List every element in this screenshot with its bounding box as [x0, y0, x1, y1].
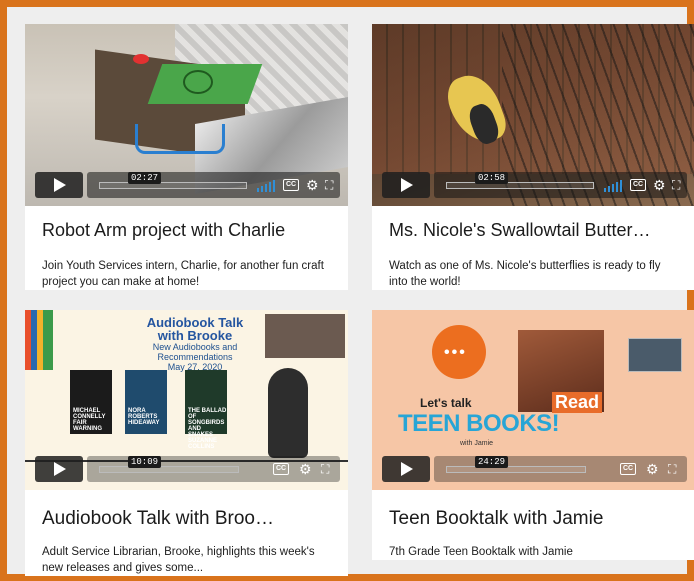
gear-icon[interactable]: ⚙ [306, 177, 319, 193]
progress-track[interactable]: 24:29 [446, 456, 586, 473]
video-title[interactable]: Robot Arm project with Charlie [25, 206, 348, 252]
video-controls: 02:58 CC ⚙ ⛶ [382, 172, 687, 198]
play-button[interactable] [382, 456, 430, 482]
ellipsis-icon: ••• [444, 344, 467, 361]
play-button[interactable] [35, 456, 83, 482]
thumbnail-lets-talk: Let's talk [420, 396, 472, 410]
red-button [133, 54, 149, 64]
read-sign: Read [552, 392, 603, 413]
video-description: Join Youth Services intern, Charlie, for… [42, 260, 324, 288]
presenter-webcam [628, 338, 682, 372]
fullscreen-icon[interactable]: ⛶ [325, 177, 333, 193]
video-card[interactable]: 02:27 CC ⚙ ⛶ Robot Arm project with Char… [25, 24, 348, 290]
video-description: Adult Service Librarian, Brooke, highlig… [42, 546, 315, 574]
fullscreen-icon[interactable]: ⛶ [672, 177, 680, 193]
control-bar: 02:58 CC ⚙ ⛶ [434, 172, 687, 198]
captions-button[interactable]: CC [620, 463, 636, 475]
duration-label: 24:29 [475, 456, 509, 468]
presenter-webcam [265, 314, 345, 358]
book-cover-text: NORA ROBERTS HIDEAWAY [128, 408, 160, 426]
volume-icon[interactable] [604, 180, 622, 192]
control-bar: 10:09 CC ⚙ ⛶ [87, 456, 340, 482]
video-controls: 10:09 CC ⚙ ⛶ [35, 456, 340, 482]
video-thumbnail[interactable]: 02:27 CC ⚙ ⛶ [25, 24, 348, 206]
thumbnail-heading: Audiobook Talk with Brooke New Audiobook… [135, 316, 255, 372]
progress-track[interactable]: 10:09 [99, 456, 239, 473]
page-frame: 02:27 CC ⚙ ⛶ Robot Arm project with Char… [0, 0, 694, 581]
video-grid: 02:27 CC ⚙ ⛶ Robot Arm project with Char… [16, 24, 694, 581]
control-bar: 24:29 CC ⚙ ⛶ [434, 456, 687, 482]
gear-icon[interactable]: ⚙ [299, 461, 312, 477]
duration-label: 02:27 [128, 172, 162, 184]
captions-button[interactable]: CC [273, 463, 289, 475]
video-controls: 02:27 CC ⚙ ⛶ [35, 172, 340, 198]
video-card[interactable]: ••• Let's talk TEEN BOOKS! with Jamie Re… [372, 310, 694, 560]
video-title[interactable]: Ms. Nicole's Swallowtail Butter… [372, 206, 694, 252]
video-title[interactable]: Audiobook Talk with Broo… [25, 490, 348, 542]
duration-label: 10:09 [128, 456, 162, 468]
video-controls: 24:29 CC ⚙ ⛶ [382, 456, 687, 482]
captions-button[interactable]: CC [630, 179, 646, 191]
progress-track[interactable]: 02:58 [446, 172, 594, 189]
smiley-face [183, 70, 213, 94]
video-thumbnail[interactable]: Audiobook Talk with Brooke New Audiobook… [25, 310, 348, 490]
blue-wire [135, 124, 225, 154]
play-button[interactable] [35, 172, 83, 198]
progress-track[interactable]: 02:27 [99, 172, 247, 189]
control-bar: 02:27 CC ⚙ ⛶ [87, 172, 340, 198]
captions-button[interactable]: CC [283, 179, 299, 191]
book-cover: NORA ROBERTS HIDEAWAY [125, 370, 167, 434]
video-title[interactable]: Teen Booktalk with Jamie [372, 490, 694, 542]
duration-label: 02:58 [475, 172, 509, 184]
play-button[interactable] [382, 172, 430, 198]
video-description: Watch as one of Ms. Nicole's butterflies… [389, 260, 661, 288]
book-cover: THE BALLAD OF SONGBIRDS AND SNAKES SUZAN… [185, 370, 227, 450]
volume-icon[interactable] [257, 180, 275, 192]
book-cover-text: MICHAEL CONNELLY FAIR WARNING [73, 408, 106, 432]
video-thumbnail[interactable]: ••• Let's talk TEEN BOOKS! with Jamie Re… [372, 310, 694, 490]
video-card[interactable]: Audiobook Talk with Brooke New Audiobook… [25, 310, 348, 576]
cartoon-avatar [268, 368, 308, 458]
fullscreen-icon[interactable]: ⛶ [321, 461, 329, 477]
thumbnail-with-jamie: with Jamie [460, 440, 494, 447]
video-card[interactable]: 02:58 CC ⚙ ⛶ Ms. Nicole's Swallowtail Bu… [372, 24, 694, 290]
fullscreen-icon[interactable]: ⛶ [668, 461, 676, 477]
book-stripes [25, 310, 53, 370]
book-cover-text: THE BALLAD OF SONGBIRDS AND SNAKES SUZAN… [188, 408, 227, 450]
book-cover: MICHAEL CONNELLY FAIR WARNING [70, 370, 112, 434]
gear-icon[interactable]: ⚙ [653, 177, 666, 193]
thumbnail-heading-text: Audiobook Talk with Brooke [146, 315, 244, 343]
gear-icon[interactable]: ⚙ [646, 461, 659, 477]
video-thumbnail[interactable]: 02:58 CC ⚙ ⛶ [372, 24, 694, 206]
thumbnail-subheading: New Audiobooks and Recommendations [152, 342, 238, 362]
thumbnail-teen-books: TEEN BOOKS! [398, 410, 560, 437]
video-description: 7th Grade Teen Booktalk with Jamie [389, 546, 573, 558]
